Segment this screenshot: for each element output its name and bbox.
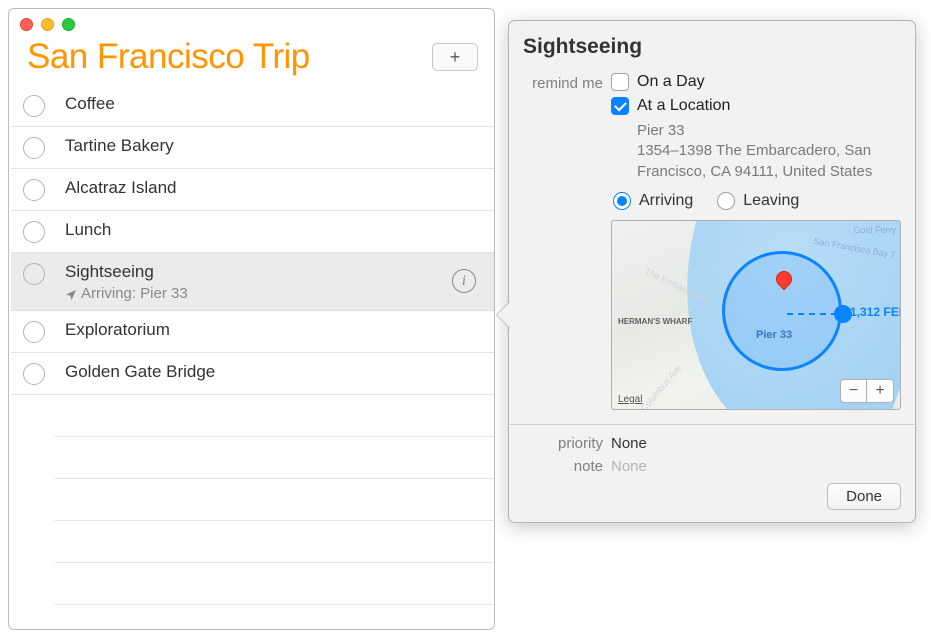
complete-toggle[interactable] xyxy=(23,321,45,343)
map-area-label: HERMAN'S WHARF xyxy=(618,317,692,326)
location-map[interactable]: Gold Ferry San Francisco Bay T HERMAN'S … xyxy=(611,220,901,410)
complete-toggle[interactable] xyxy=(23,263,45,285)
leaving-label: Leaving xyxy=(743,192,799,210)
arriving-label: Arriving xyxy=(639,192,693,210)
reminder-details-popover: Sightseeing remind me On a Day At a Loca… xyxy=(508,20,916,523)
note-label: note xyxy=(523,458,611,475)
reminder-item[interactable]: Lunch xyxy=(11,211,494,253)
empty-reminder-line[interactable] xyxy=(55,479,494,521)
minimize-window-button[interactable] xyxy=(41,18,54,31)
leaving-radio[interactable] xyxy=(717,192,735,210)
address-line1: Pier 33 xyxy=(637,121,901,141)
reminder-label: Sightseeing xyxy=(65,261,452,283)
leaving-option[interactable]: Leaving xyxy=(717,192,799,210)
on-a-day-checkbox[interactable] xyxy=(611,73,629,91)
reminder-subtext-text: Arriving: Pier 33 xyxy=(81,285,188,302)
zoom-window-button[interactable] xyxy=(62,18,75,31)
map-road-label: Columbus Ave xyxy=(639,362,684,409)
at-a-location-label: At a Location xyxy=(637,97,730,115)
add-reminder-button[interactable]: + xyxy=(432,43,478,71)
reminders-list: Coffee Tartine Bakery Alcatraz Island Lu… xyxy=(9,85,494,605)
map-radius-text: 1,312 FEET xyxy=(850,305,901,319)
address-line2: 1354–1398 The Embarcadero, San Francisco… xyxy=(637,141,901,182)
note-field[interactable]: None xyxy=(611,458,647,475)
complete-toggle[interactable] xyxy=(23,363,45,385)
map-legal-link[interactable]: Legal xyxy=(618,394,642,405)
complete-toggle[interactable] xyxy=(23,179,45,201)
reminder-item[interactable]: Golden Gate Bridge xyxy=(11,353,494,395)
reminder-title-field[interactable]: Sightseeing xyxy=(523,35,901,59)
complete-toggle[interactable] xyxy=(23,221,45,243)
priority-label: priority xyxy=(523,435,611,452)
at-a-location-checkbox[interactable] xyxy=(611,97,629,115)
remind-me-label: remind me xyxy=(523,73,611,410)
empty-reminder-line[interactable] xyxy=(55,395,494,437)
reminder-item[interactable]: Coffee xyxy=(11,85,494,127)
reminder-label: Golden Gate Bridge xyxy=(65,361,484,383)
reminder-label: Lunch xyxy=(65,219,484,241)
divider xyxy=(509,424,915,425)
map-pin-label: Pier 33 xyxy=(756,329,792,341)
done-button[interactable]: Done xyxy=(827,483,901,510)
empty-reminder-line[interactable] xyxy=(55,437,494,479)
map-zoom-in-button[interactable]: + xyxy=(867,380,893,402)
window-controls xyxy=(20,18,75,31)
reminder-label: Coffee xyxy=(65,93,484,115)
empty-reminder-line[interactable] xyxy=(55,521,494,563)
location-arrow-icon xyxy=(65,288,77,300)
arriving-option[interactable]: Arriving xyxy=(613,192,693,210)
reminder-item-selected[interactable]: Sightseeing Arriving: Pier 33 i xyxy=(11,253,494,311)
at-a-location-option[interactable]: At a Location xyxy=(611,97,901,115)
close-window-button[interactable] xyxy=(20,18,33,31)
complete-toggle[interactable] xyxy=(23,137,45,159)
info-button[interactable]: i xyxy=(452,269,476,293)
complete-toggle[interactable] xyxy=(23,95,45,117)
map-radius-line xyxy=(787,313,837,315)
map-geofence-circle[interactable] xyxy=(722,251,842,371)
on-a-day-label: On a Day xyxy=(637,73,705,91)
reminder-item[interactable]: Tartine Bakery xyxy=(11,127,494,169)
reminder-item[interactable]: Exploratorium xyxy=(11,311,494,353)
reminder-item[interactable]: Alcatraz Island xyxy=(11,169,494,211)
reminder-subtext: Arriving: Pier 33 xyxy=(65,285,452,302)
list-title: San Francisco Trip xyxy=(27,37,432,77)
location-address: Pier 33 1354–1398 The Embarcadero, San F… xyxy=(637,121,901,182)
arriving-radio[interactable] xyxy=(613,192,631,210)
reminders-window: San Francisco Trip + Coffee Tartine Bake… xyxy=(8,8,495,630)
reminder-label: Alcatraz Island xyxy=(65,177,484,199)
reminder-label: Tartine Bakery xyxy=(65,135,484,157)
map-zoom-out-button[interactable]: − xyxy=(841,380,867,402)
empty-reminder-line[interactable] xyxy=(55,563,494,605)
map-road-label: Gold Ferry xyxy=(853,225,896,235)
on-a-day-option[interactable]: On a Day xyxy=(611,73,901,91)
map-zoom-controls: − + xyxy=(840,379,894,403)
reminder-label: Exploratorium xyxy=(65,319,484,341)
priority-value[interactable]: None xyxy=(611,435,647,452)
